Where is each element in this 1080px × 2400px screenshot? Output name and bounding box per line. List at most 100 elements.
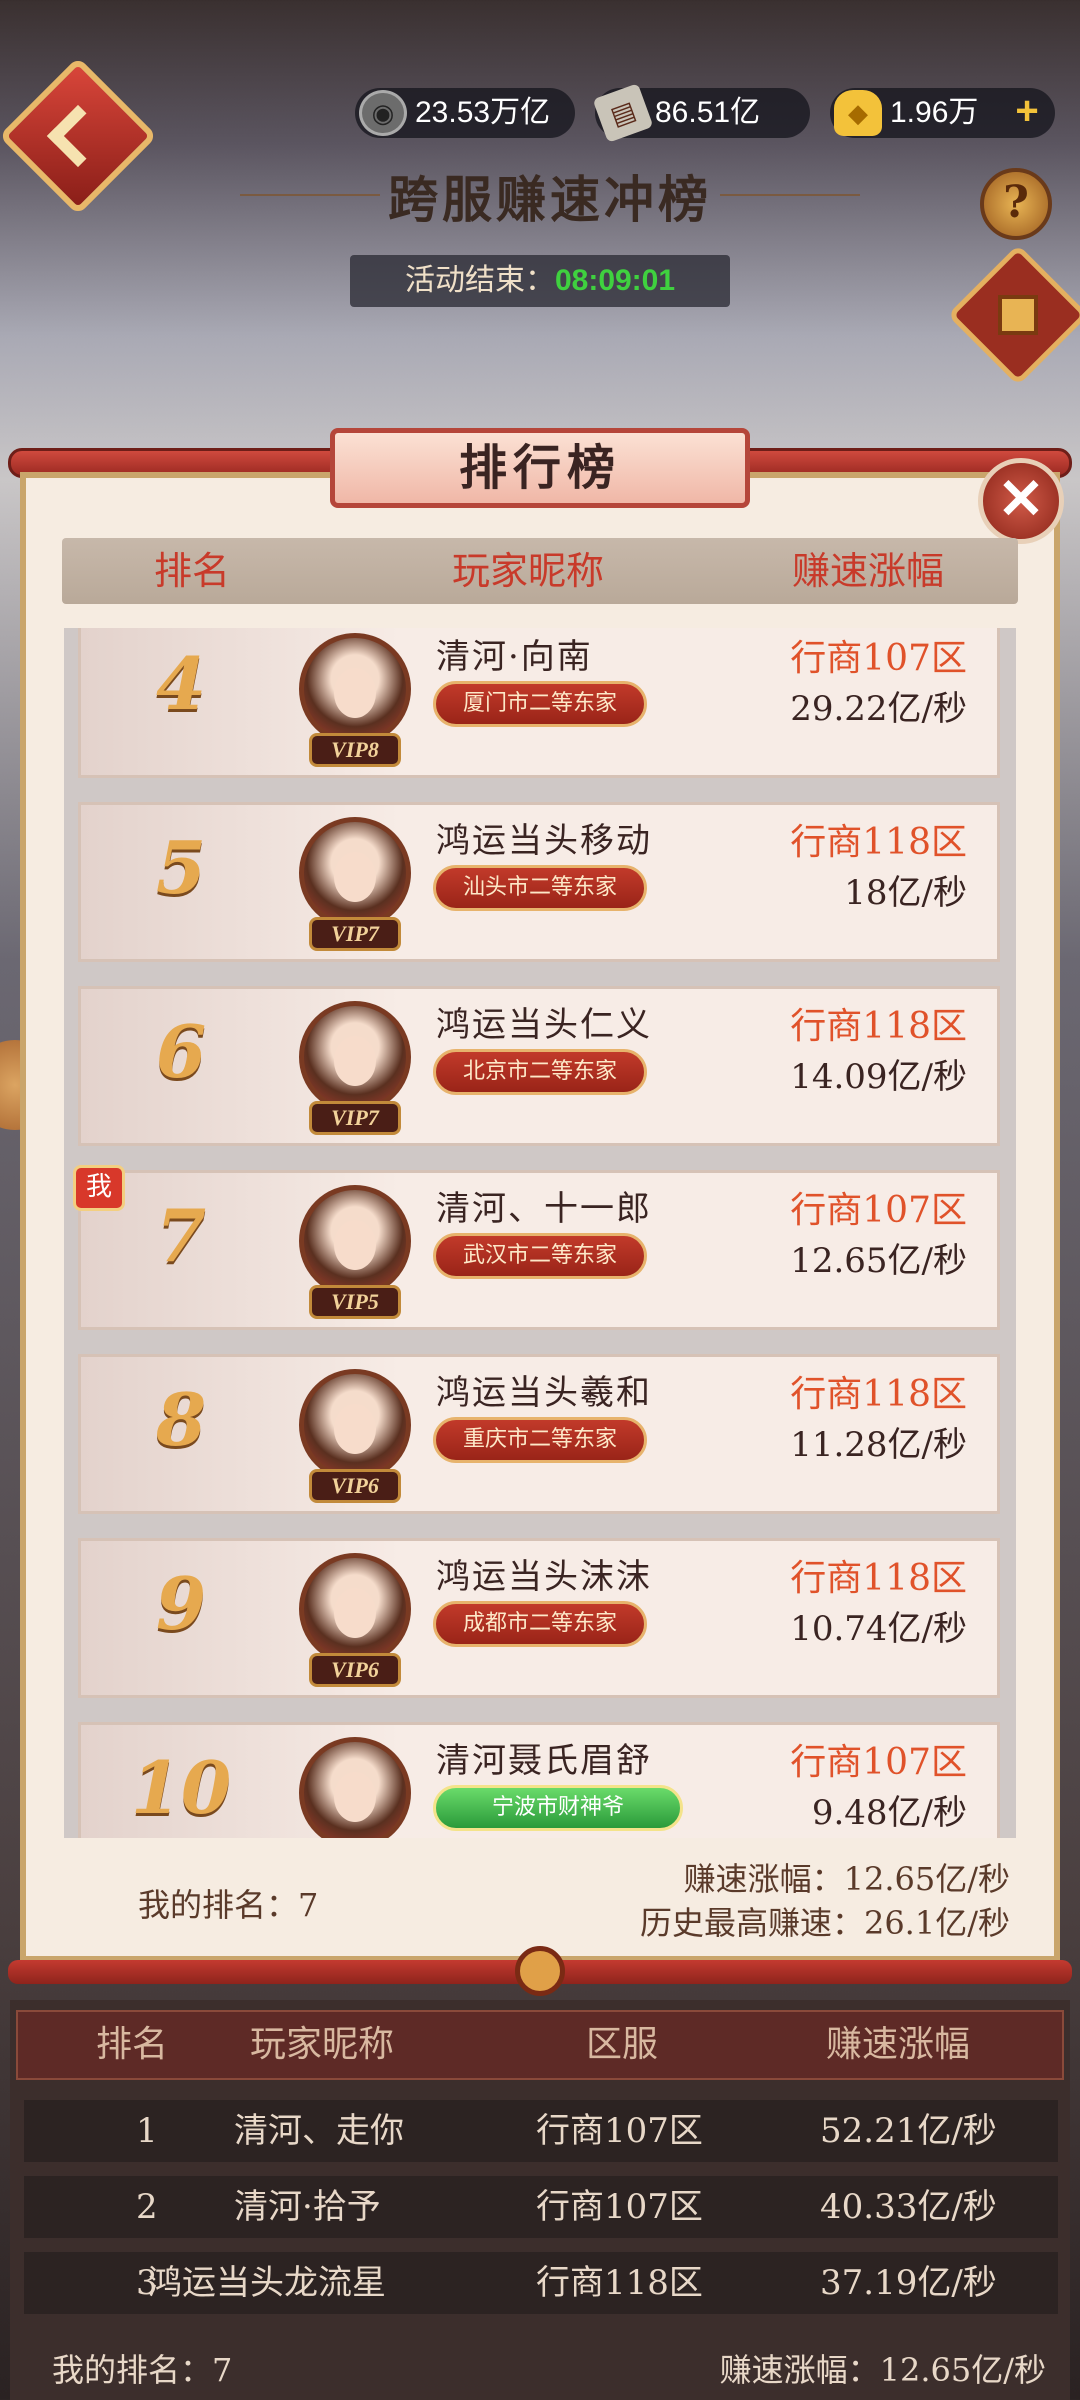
top-bar: ◉ 23.53万亿 ▤ 86.51亿 ◆ 1.96万 + [0,56,1080,216]
rank-cell: 2 [136,2187,158,2227]
vip-badge: VIP8 [309,733,401,767]
player-speed: 18亿/秒 [844,873,967,913]
rank-number: 8 [155,1377,207,1462]
avatar-face [334,668,376,718]
name-cell: 清河·拾予 [234,2187,381,2227]
player-title-badge: 宁波市财神爷 [433,1785,683,1831]
ranking-row[interactable]: 10 清河聂氏眉舒 宁波市财神爷 行商107区 9.48亿/秒 [78,1722,1000,1838]
server-cell: 行商107区 [536,2111,703,2151]
player-name: 鸿运当头仁义 [436,1005,652,1045]
close-button[interactable]: ✕ [978,458,1064,544]
ranking-row[interactable]: 9 VIP6 鸿运当头沫沫 成都市二等东家 行商118区 10.74亿/秒 [78,1538,1000,1698]
gift-button[interactable] [947,244,1080,386]
player-server: 行商118区 [790,822,967,863]
player-name: 清河、十一郎 [436,1189,652,1229]
vip-badge: VIP7 [309,1101,401,1135]
player-title-badge: 武汉市二等东家 [433,1233,647,1279]
ledger-value: 86.51亿 [655,96,761,129]
my-rank: 我的排名：7 [138,1886,319,1924]
avatar-face [334,1220,376,1270]
player-avatar[interactable] [299,633,411,745]
column-rank: 排名 [154,549,231,593]
player-avatar[interactable] [299,1737,411,1838]
avatar-face [334,852,376,902]
player-speed: 11.28亿/秒 [790,1425,967,1465]
player-speed: 14.09亿/秒 [790,1057,967,1097]
top-three-header: 排名 玩家昵称 区服 赚速涨幅 [16,2010,1064,2080]
back-button[interactable] [0,56,158,216]
column-player-name: 玩家昵称 [452,549,605,593]
rank-number: 4 [155,641,207,726]
table-row[interactable]: 1 清河、走你 行商107区 52.21亿/秒 [24,2100,1058,2162]
server-cell: 行商107区 [536,2187,703,2227]
ranking-row[interactable]: 6 VIP7 鸿运当头仁义 北京市二等东家 行商118区 14.09亿/秒 [78,986,1000,1146]
help-button[interactable]: ? [980,168,1052,240]
player-name: 清河·向南 [436,637,593,677]
my-rank: 我的排名：7 [52,2351,233,2389]
player-avatar[interactable] [299,1369,411,1481]
gift-box-icon [998,295,1038,335]
copper-coin-icon: ◉ [359,90,407,136]
copper-coin-counter: ◉ 23.53万亿 [355,88,575,138]
question-icon: ? [1003,177,1029,228]
ranking-list[interactable]: 4 VIP8 清河·向南 厦门市二等东家 行商107区 29.22亿/秒 5 V… [64,628,1016,1838]
add-gold-button[interactable]: + [1009,91,1045,131]
rank-number: 9 [155,1561,207,1646]
event-title: 跨服赚速冲榜 [388,170,712,229]
event-title-band: 跨服赚速冲榜 [200,160,900,230]
ranking-row[interactable]: 5 VIP7 鸿运当头移动 汕头市二等东家 行商118区 18亿/秒 [78,802,1000,962]
player-server: 行商107区 [790,1190,967,1231]
player-server: 行商107区 [790,638,967,679]
column-server: 区服 [586,2024,659,2065]
my-speed-gain: 赚速涨幅：12.65亿/秒 [683,1860,1010,1898]
player-server: 行商118区 [790,1006,967,1047]
ranking-row[interactable]: 8 VIP6 鸿运当头羲和 重庆市二等东家 行商118区 11.28亿/秒 [78,1354,1000,1514]
top-three-footer: 我的排名：7 赚速涨幅：12.65亿/秒 [10,2340,1070,2400]
vip-badge: VIP5 [309,1285,401,1319]
player-avatar[interactable] [299,1185,411,1297]
table-row[interactable]: 2 清河·拾予 行商107区 40.33亿/秒 [24,2176,1058,2238]
avatar-face [334,1404,376,1454]
gold-ingot-value: 1.96万 [890,96,979,129]
ranking-row-mine[interactable]: 我 7 VIP5 清河、十一郎 武汉市二等东家 行商107区 12.65亿/秒 [73,1165,1000,1330]
rank-number: 7 [155,1193,207,1278]
avatar-face [334,1772,376,1822]
ranking-column-header: 排名 玩家昵称 赚速涨幅 [62,538,1018,604]
ledger-book-icon: ▤ [592,83,654,143]
player-avatar[interactable] [299,817,411,929]
avatar-face [334,1036,376,1086]
ranking-row[interactable]: 4 VIP8 清河·向南 厦门市二等东家 行商107区 29.22亿/秒 [78,628,1000,778]
panel-title: 排行榜 [330,428,750,508]
rank-number: 5 [155,825,207,910]
player-avatar[interactable] [299,1001,411,1113]
column-speed-gain: 赚速涨幅 [792,549,945,593]
rank-number: 10 [130,1745,232,1830]
player-speed: 12.65亿/秒 [790,1241,967,1281]
player-name: 清河聂氏眉舒 [436,1741,652,1781]
my-best-speed: 历史最高赚速：26.1亿/秒 [639,1904,1010,1942]
scroll-knot-ornament [515,1946,565,1996]
table-row[interactable]: 3 鸿运当头龙流星 行商118区 37.19亿/秒 [24,2252,1058,2314]
rank-number: 6 [155,1009,207,1094]
name-cell: 清河、走你 [234,2111,404,2151]
avatar-face [334,1588,376,1638]
player-title-badge: 厦门市二等东家 [433,681,647,727]
vip-badge: VIP6 [309,1653,401,1687]
vip-badge: VIP6 [309,1469,401,1503]
player-speed: 29.22亿/秒 [790,689,967,729]
top-three-table: 排名 玩家昵称 区服 赚速涨幅 1 清河、走你 行商107区 52.21亿/秒 … [10,2000,1070,2400]
player-name: 鸿运当头羲和 [436,1373,652,1413]
player-name: 鸿运当头移动 [436,821,652,861]
vip-badge: VIP7 [309,917,401,951]
player-avatar[interactable] [299,1553,411,1665]
player-server: 行商107区 [790,1742,967,1783]
gold-ingot-counter: ◆ 1.96万 + [830,88,1055,138]
column-speed-gain: 赚速涨幅 [826,2024,971,2065]
player-server: 行商118区 [790,1374,967,1415]
server-cell: 行商118区 [536,2263,703,2303]
player-title-badge: 北京市二等东家 [433,1049,647,1095]
speed-cell: 37.19亿/秒 [820,2263,997,2303]
player-server: 行商118区 [790,1558,967,1599]
player-title-badge: 汕头市二等东家 [433,865,647,911]
my-ranking-summary: 我的排名：7 赚速涨幅：12.65亿/秒 历史最高赚速：26.1亿/秒 [20,1840,1060,1960]
